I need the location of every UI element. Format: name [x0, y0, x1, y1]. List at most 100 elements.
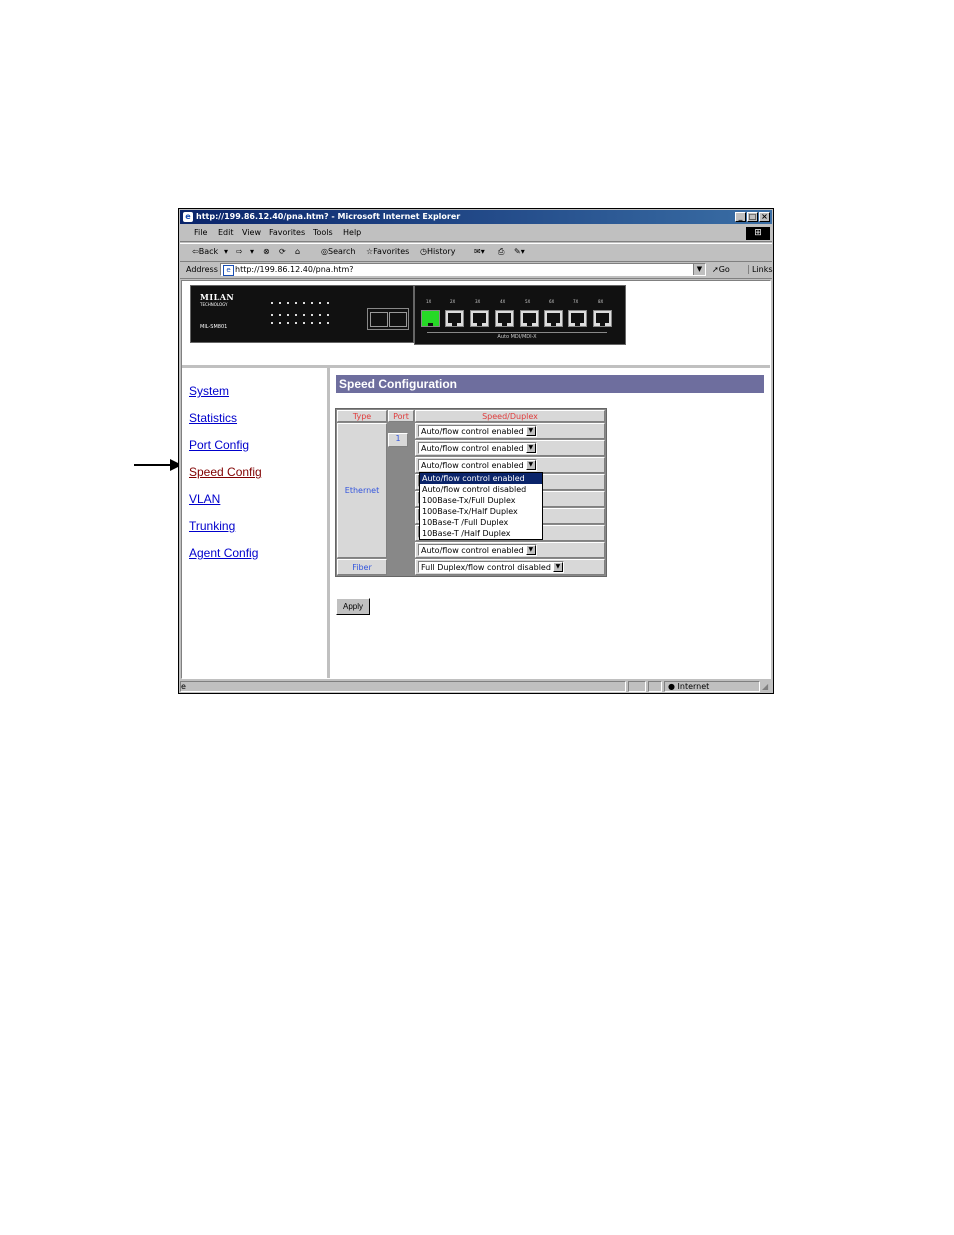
port-panel: 1X 2X 3X 4X 5X 6X 7X 8X Auto MDI/MDI-X — [414, 285, 626, 345]
speed-cell: Auto/flow control enabled ▼ — [415, 542, 605, 558]
nav-agent-config[interactable]: Agent Config — [189, 546, 258, 560]
port-number: 1 — [388, 433, 408, 447]
forward-button[interactable]: ⇨ — [236, 247, 243, 256]
favorites-label: Favorites — [373, 247, 410, 256]
chevron-down-icon: ▼ — [552, 562, 563, 572]
resize-grip-icon[interactable]: ◢ — [762, 682, 768, 691]
go-button[interactable]: ➚Go — [712, 265, 730, 274]
nav-vlan[interactable]: VLAN — [189, 492, 220, 506]
title-bar: e http://199.86.12.40/pna.htm? - Microso… — [180, 210, 772, 224]
search-icon: ◎ — [321, 247, 328, 256]
port-label-4: 4X — [500, 299, 506, 304]
type-fiber: Fiber — [337, 559, 387, 575]
device-model: MIL-SM801 — [200, 324, 228, 330]
port-1[interactable] — [421, 310, 440, 327]
search-label: Search — [327, 247, 356, 256]
close-button[interactable]: × — [759, 212, 770, 222]
windows-logo-icon: ⊞ — [746, 227, 770, 240]
speed-cell: Full Duplex/flow control disabled ▼ — [415, 559, 605, 575]
stop-icon[interactable]: ⊗ — [263, 247, 270, 256]
status-seg — [628, 681, 646, 692]
port-label-2: 2X — [450, 299, 456, 304]
mail-icon[interactable]: ✉▾ — [474, 247, 485, 256]
port-7[interactable] — [568, 310, 587, 327]
search-button[interactable]: ◎Search — [321, 247, 355, 256]
menu-favorites[interactable]: Favorites — [269, 228, 305, 237]
port-8[interactable] — [593, 310, 612, 327]
speed-select-3[interactable]: Auto/flow control enabled ▼ — [418, 459, 537, 471]
port-6[interactable] — [544, 310, 563, 327]
nav-statistics[interactable]: Statistics — [189, 411, 237, 425]
address-dropdown-icon[interactable]: ▼ — [693, 264, 705, 275]
home-icon[interactable]: ⌂ — [295, 247, 300, 256]
history-label: History — [426, 247, 456, 256]
col-port: Port — [388, 410, 414, 422]
refresh-icon[interactable]: ⟳ — [279, 247, 286, 256]
speed-cell: Auto/flow control enabled ▼ — [415, 457, 605, 473]
maximize-button[interactable]: □ — [747, 212, 758, 222]
address-input[interactable]: e http://199.86.12.40/pna.htm? ▼ — [220, 263, 706, 276]
menu-tools[interactable]: Tools — [313, 228, 333, 237]
minimize-button[interactable]: _ — [735, 212, 746, 222]
print-icon[interactable]: ⎙ — [498, 247, 504, 257]
dropdown-option[interactable]: 10Base-T /Half Duplex — [420, 528, 542, 539]
port-5[interactable] — [520, 310, 539, 327]
speed-select-2[interactable]: Auto/flow control enabled ▼ — [418, 442, 537, 454]
toolbar: ⇦Back ▾ ⇨ ▾ ⊗ ⟳ ⌂ ◎Search ☆Favorites ◷Hi… — [180, 243, 772, 262]
page-title: Speed Configuration — [336, 375, 764, 393]
page-viewport: MILAN TECHNOLOGY MIL-SM801 1X 2X 3X 4X 5… — [181, 280, 771, 679]
links-button[interactable]: Links — [748, 265, 773, 274]
port-group-label: Auto MDI/MDI-X — [427, 332, 607, 340]
speed-select-8[interactable]: Auto/flow control enabled ▼ — [418, 544, 537, 556]
speed-dropdown-list: Auto/flow control enabled Auto/flow cont… — [419, 472, 543, 540]
menu-file[interactable]: File — [194, 228, 207, 237]
table-row: Fiber 1 Full Duplex/flow control disable… — [337, 433, 605, 575]
dropdown-option[interactable]: Auto/flow control enabled — [420, 473, 542, 484]
go-label: Go — [718, 265, 730, 274]
nav-system[interactable]: System — [189, 384, 229, 398]
menu-help[interactable]: Help — [343, 228, 361, 237]
fiber-port — [367, 308, 409, 330]
window-title: http://199.86.12.40/pna.htm? - Microsoft… — [196, 212, 461, 221]
pointer-arrow-icon — [134, 459, 182, 471]
nav-port-config[interactable]: Port Config — [189, 438, 249, 452]
dropdown-option[interactable]: Auto/flow control disabled — [420, 484, 542, 495]
apply-button[interactable]: Apply — [336, 598, 371, 615]
menu-edit[interactable]: Edit — [218, 228, 234, 237]
dropdown-option[interactable]: 100Base-Tx/Full Duplex — [420, 495, 542, 506]
col-speed-duplex: Speed/Duplex — [415, 410, 605, 422]
port-label-3: 3X — [475, 299, 481, 304]
forward-dropdown-icon[interactable]: ▾ — [250, 247, 254, 256]
ie-logo-icon: e — [183, 212, 193, 222]
nav-trunking[interactable]: Trunking — [189, 519, 235, 533]
nav-speed-config[interactable]: Speed Config — [189, 465, 262, 479]
chevron-down-icon: ▼ — [525, 443, 536, 453]
port-2[interactable] — [445, 310, 464, 327]
speed-cell: Auto/flow control enabled ▼ — [415, 440, 605, 456]
edit-icon[interactable]: ✎▾ — [514, 247, 525, 256]
back-dropdown-icon[interactable]: ▾ — [224, 247, 228, 256]
status-bar: e ● Internet ◢ — [180, 680, 772, 693]
favorites-button[interactable]: ☆Favorites — [366, 247, 409, 256]
device-front-panel: MILAN TECHNOLOGY MIL-SM801 — [190, 285, 414, 343]
go-arrow-icon: ➚ — [712, 265, 719, 274]
history-button[interactable]: ◷History — [420, 247, 455, 256]
port-label-8: 8X — [598, 299, 604, 304]
port-4[interactable] — [495, 310, 514, 327]
col-type: Type — [337, 410, 387, 422]
chevron-down-icon: ▼ — [525, 460, 536, 470]
speed-select-1[interactable]: Auto/flow control enabled ▼ — [418, 425, 537, 437]
device-frame: MILAN TECHNOLOGY MIL-SM801 1X 2X 3X 4X 5… — [182, 281, 770, 368]
fiber-speed-select[interactable]: Full Duplex/flow control disabled ▼ — [418, 561, 564, 573]
page-icon: e — [223, 265, 234, 276]
dropdown-option[interactable]: 10Base-T /Full Duplex — [420, 517, 542, 528]
back-button[interactable]: ⇦Back — [192, 247, 218, 256]
dropdown-option[interactable]: 100Base-Tx/Half Duplex — [420, 506, 542, 517]
address-url: http://199.86.12.40/pna.htm? — [235, 265, 354, 274]
port-label-5: 5X — [525, 299, 531, 304]
address-bar: Address e http://199.86.12.40/pna.htm? ▼… — [180, 262, 773, 279]
port-label-6: 6X — [549, 299, 555, 304]
menu-view[interactable]: View — [242, 228, 261, 237]
history-icon: ◷ — [420, 247, 427, 256]
port-3[interactable] — [470, 310, 489, 327]
